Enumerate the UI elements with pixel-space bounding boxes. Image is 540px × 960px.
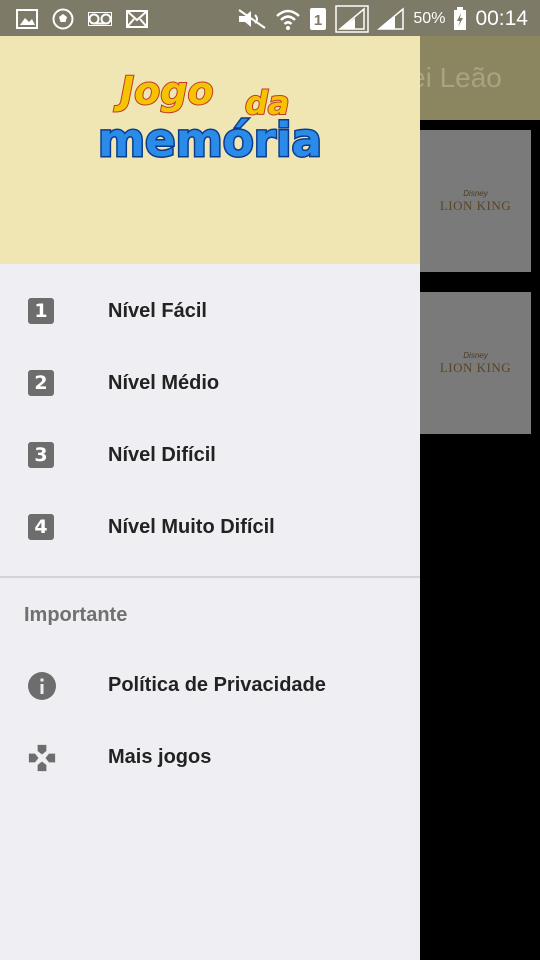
background-app-title: ei Leão	[410, 62, 502, 93]
soccer-icon	[52, 8, 74, 30]
menu-item-politica-privacidade[interactable]: Política de Privacidade	[0, 650, 420, 722]
voicemail-icon	[88, 12, 112, 26]
logo-word-memoria: memória	[98, 113, 322, 166]
drawer-menu: 1 Nível Fácil 2 Nível Médio 3 Nível Difí…	[0, 276, 420, 564]
signal-icon	[335, 5, 370, 33]
menu-item-label: Nível Difícil	[108, 444, 216, 466]
number-two-icon: 2	[28, 370, 56, 398]
game-card[interactable]: Disney LION KING	[420, 292, 531, 434]
menu-item-nivel-medio[interactable]: 2 Nível Médio	[0, 348, 420, 420]
wifi-icon	[276, 9, 301, 30]
sim-icon: 1	[310, 8, 327, 30]
menu-item-nivel-facil[interactable]: 1 Nível Fácil	[0, 276, 420, 348]
menu-item-nivel-dificil[interactable]: 3 Nível Difícil	[0, 420, 420, 492]
gamepad-icon	[28, 744, 56, 772]
game-card[interactable]: Disney LION KING	[420, 130, 531, 272]
drawer-header: Jogo da memória	[0, 36, 420, 264]
info-icon	[28, 672, 56, 700]
mute-icon	[238, 9, 266, 29]
status-right-icons: 1 50% 00:14	[237, 5, 528, 33]
svg-text:1: 1	[314, 12, 322, 29]
card-brand: Disney	[463, 350, 488, 360]
status-time: 00:14	[475, 7, 528, 30]
card-brand: Disney	[463, 188, 488, 198]
number-three-icon: 3	[28, 442, 56, 470]
signal-icon	[377, 7, 405, 30]
menu-item-label: Nível Muito Difícil	[108, 516, 275, 538]
number-one-icon: 1	[28, 298, 56, 326]
mail-icon	[126, 10, 148, 28]
menu-item-label: Mais jogos	[108, 746, 212, 768]
status-left-icons	[16, 8, 148, 30]
app-logo: Jogo da memória	[97, 68, 324, 166]
navigation-drawer: Jogo da memória 1 Nível Fácil 2 Nível Mé…	[0, 36, 420, 960]
card-title: LION KING	[439, 359, 512, 375]
image-icon	[16, 9, 38, 29]
menu-item-label: Política de Privacidade	[108, 674, 326, 696]
battery-percent: 50%	[413, 10, 446, 27]
status-bar: 1 50% 00:14	[0, 0, 540, 36]
logo-word-jogo: Jogo	[113, 69, 214, 113]
menu-divider	[0, 576, 420, 578]
section-header-importante: Importante	[24, 604, 128, 626]
number-four-icon: 4	[28, 514, 56, 542]
menu-item-mais-jogos[interactable]: Mais jogos	[0, 722, 420, 794]
menu-item-nivel-muito-dificil[interactable]: 4 Nível Muito Difícil	[0, 492, 420, 564]
menu-item-label: Nível Médio	[108, 372, 220, 394]
menu-item-label: Nível Fácil	[108, 300, 207, 322]
card-title: LION KING	[439, 197, 512, 213]
battery-icon	[454, 7, 467, 30]
